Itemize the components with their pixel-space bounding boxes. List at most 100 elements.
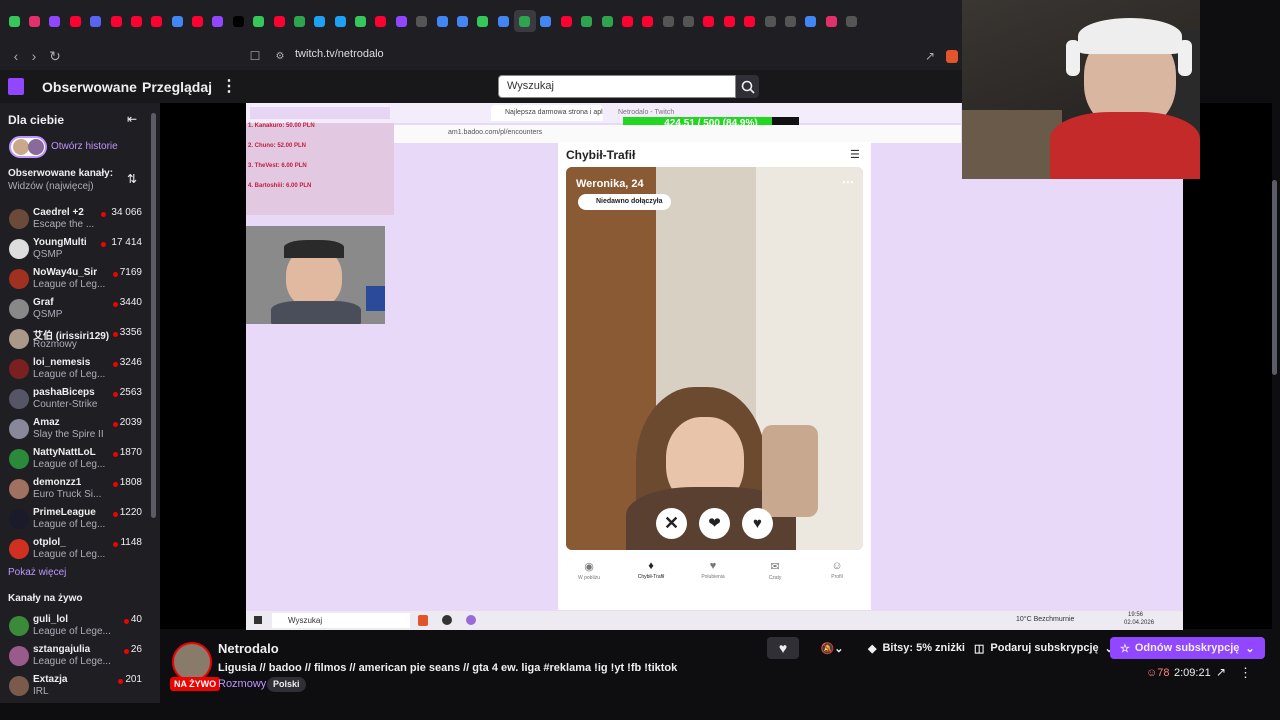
- browser-tab[interactable]: [86, 11, 106, 31]
- show-more-link[interactable]: Pokaż więcej: [8, 567, 66, 578]
- gift-sub-button[interactable]: ◫Podaruj subskrypcję⌄: [964, 637, 1124, 659]
- stories-avatars[interactable]: [9, 136, 47, 158]
- browser-tab[interactable]: [658, 11, 678, 31]
- stream-category[interactable]: Rozmowy: [218, 678, 266, 690]
- open-stories-link[interactable]: Otwórz historie: [51, 141, 118, 152]
- browser-tab[interactable]: [780, 11, 800, 31]
- browser-tab[interactable]: [45, 11, 65, 31]
- browser-tab[interactable]: [760, 11, 780, 31]
- tab-favicon-icon: [8, 15, 20, 27]
- browser-tab[interactable]: [126, 11, 146, 31]
- browser-tab[interactable]: [513, 10, 536, 32]
- channel-category: Slay the Spire II: [33, 429, 104, 440]
- sidebar-channel-item[interactable]: NoWay4u_Sir League of Leg... 7169: [0, 265, 150, 295]
- browser-tab[interactable]: [719, 11, 739, 31]
- browser-tab[interactable]: [432, 11, 452, 31]
- browser-tab[interactable]: [412, 11, 432, 31]
- sort-label[interactable]: Widzów (najwięcej): [8, 181, 94, 192]
- channel-category: Escape the ...: [33, 219, 95, 230]
- share-icon[interactable]: ↗: [1216, 665, 1226, 679]
- browser-tab[interactable]: [699, 11, 719, 31]
- browser-tab[interactable]: [577, 11, 597, 31]
- channel-name[interactable]: Netrodalo: [218, 641, 279, 656]
- more-vertical-icon[interactable]: ⋮: [1239, 665, 1252, 681]
- sidebar-channel-item[interactable]: sztangajulia League of Lege... 26: [0, 642, 150, 672]
- sidebar-channel-item[interactable]: demonzz1 Euro Truck Si... 1808: [0, 475, 150, 505]
- sidebar-channel-item[interactable]: Extazja IRL 201: [0, 672, 150, 702]
- browser-tab[interactable]: [536, 11, 556, 31]
- browser-tab[interactable]: [391, 11, 411, 31]
- nav-browse[interactable]: Przeglądaj: [142, 79, 212, 95]
- browser-tab[interactable]: [147, 11, 167, 31]
- sidebar-channel-item[interactable]: Graf QSMP 3440: [0, 295, 150, 325]
- browser-tab[interactable]: [617, 11, 637, 31]
- channel-avatar[interactable]: [172, 642, 212, 682]
- sidebar-channel-item[interactable]: YoungMulti QSMP 17 414: [0, 235, 150, 265]
- overlay-tab-twitch: Netrodalo - Twitch: [618, 109, 675, 116]
- tab-favicon-icon: [416, 15, 428, 27]
- notifications-button[interactable]: 🔕⌄: [810, 637, 854, 659]
- sidebar-channel-item[interactable]: Amaz Slay the Spire II 2039: [0, 415, 150, 445]
- browser-tab[interactable]: [25, 11, 45, 31]
- overlay-tab-badoo: Najlepsza darmowa strona i apli...: [491, 105, 603, 121]
- browser-tab[interactable]: [842, 11, 862, 31]
- streamer-webcam-inset: [246, 226, 385, 324]
- brave-shield-icon[interactable]: [946, 50, 958, 63]
- browser-tab[interactable]: [106, 11, 126, 31]
- browser-tab[interactable]: [556, 11, 576, 31]
- url-field[interactable]: twitch.tv/netrodalo: [295, 48, 384, 60]
- nav-followed[interactable]: Obserwowane: [42, 79, 137, 95]
- browser-tab[interactable]: [679, 11, 699, 31]
- browser-tab[interactable]: [167, 11, 187, 31]
- follow-heart-button[interactable]: ♥: [767, 637, 799, 659]
- bits-button[interactable]: ◆ Bitsy: 5% zniżki: [858, 637, 975, 659]
- browser-tab[interactable]: [473, 11, 493, 31]
- sidebar-channel-item[interactable]: Caedrel +2 Escape the ... 34 066: [0, 205, 150, 235]
- browser-tab[interactable]: [269, 11, 289, 31]
- site-settings-icon[interactable]: ⚙: [270, 46, 290, 66]
- browser-tab[interactable]: [208, 11, 228, 31]
- browser-tab[interactable]: [330, 11, 350, 31]
- tab-favicon-icon: [49, 15, 61, 27]
- sidebar-scrollbar[interactable]: [151, 113, 156, 518]
- share-icon[interactable]: ↗: [920, 46, 940, 66]
- browser-tab[interactable]: [371, 11, 391, 31]
- browser-tab[interactable]: [801, 11, 821, 31]
- browser-tab[interactable]: [228, 11, 248, 31]
- browser-tab[interactable]: [289, 11, 309, 31]
- more-options-icon[interactable]: ⋮: [221, 76, 237, 96]
- search-input[interactable]: Wyszukaj: [498, 75, 736, 98]
- browser-tab[interactable]: [821, 11, 841, 31]
- main-scrollbar[interactable]: [1272, 180, 1277, 375]
- sort-icon[interactable]: ⇅: [127, 172, 137, 186]
- sidebar-channel-item[interactable]: otplol_ League of Leg... 1148: [0, 535, 150, 565]
- profile-name: Weronika, 24: [576, 178, 644, 190]
- sidebar-channel-item[interactable]: PrimeLeague League of Leg... 1220: [0, 505, 150, 535]
- sidebar-channel-item[interactable]: 艾伯 (irissiri129) Rozmowy 3356: [0, 325, 150, 355]
- stream-tag[interactable]: Polski: [267, 677, 306, 692]
- bookmark-icon[interactable]: ☐: [245, 46, 265, 66]
- browser-tab[interactable]: [740, 11, 760, 31]
- browser-tab[interactable]: [188, 11, 208, 31]
- browser-tab[interactable]: [65, 11, 85, 31]
- browser-tab[interactable]: [4, 11, 24, 31]
- browser-tab[interactable]: [249, 11, 269, 31]
- browser-tab[interactable]: [638, 11, 658, 31]
- back-icon[interactable]: ‹: [6, 46, 26, 66]
- sidebar-channel-item[interactable]: pashaBiceps Counter-Strike 2563: [0, 385, 150, 415]
- browser-tab[interactable]: [351, 11, 371, 31]
- browser-tab[interactable]: [310, 11, 330, 31]
- resub-button[interactable]: ☆ Odnów subskrypcję ⌄: [1110, 637, 1265, 659]
- browser-tab[interactable]: [597, 11, 617, 31]
- browser-tab[interactable]: [493, 11, 513, 31]
- channel-avatar: [9, 509, 29, 529]
- sidebar-channel-item[interactable]: loi_nemesis League of Leg... 3246: [0, 355, 150, 385]
- sidebar-channel-item[interactable]: guli_lol League of Lege... 40: [0, 612, 150, 642]
- reload-icon[interactable]: ↻: [45, 46, 65, 66]
- twitch-logo-icon[interactable]: [8, 78, 24, 95]
- browser-tab[interactable]: [452, 11, 472, 31]
- search-button[interactable]: [736, 75, 759, 98]
- sidebar-channel-item[interactable]: NattyNattLoL League of Leg... 1870: [0, 445, 150, 475]
- collapse-sidebar-icon[interactable]: ⇤: [127, 112, 137, 126]
- forward-icon[interactable]: ›: [24, 46, 44, 66]
